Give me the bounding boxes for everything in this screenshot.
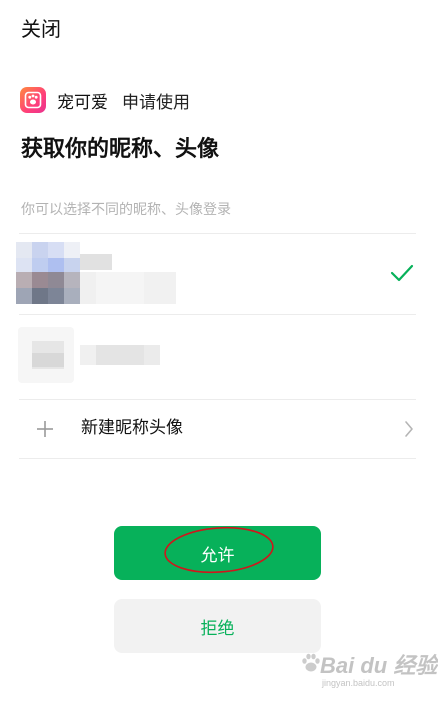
- close-button[interactable]: 关闭: [21, 16, 61, 42]
- app-name: 宠可爱: [57, 92, 108, 113]
- account-item[interactable]: [0, 315, 438, 399]
- watermark-url: jingyan.baidu.com: [322, 678, 395, 688]
- new-profile-label: 新建昵称头像: [81, 418, 183, 438]
- paw-icon: [20, 87, 46, 113]
- request-text: 申请使用: [122, 92, 190, 113]
- page-hint: 你可以选择不同的昵称、头像登录: [21, 202, 231, 218]
- reject-button[interactable]: 拒绝: [114, 599, 321, 653]
- account-item-selected[interactable]: [0, 234, 438, 314]
- allow-button[interactable]: 允许: [114, 526, 321, 580]
- new-profile-item[interactable]: 新建昵称头像: [19, 400, 416, 458]
- paw-icon: [302, 653, 320, 672]
- chevron-right-icon: [404, 420, 414, 438]
- plus-icon: [36, 420, 54, 438]
- check-icon: [389, 262, 415, 284]
- watermark-text: Bai du 经验: [320, 653, 438, 678]
- baidu-watermark: Bai du 经验 jingyan.baidu.com: [296, 648, 437, 694]
- app-info: 宠可爱 申请使用: [20, 86, 190, 114]
- divider: [19, 458, 416, 459]
- page-title: 获取你的昵称、头像: [21, 137, 220, 162]
